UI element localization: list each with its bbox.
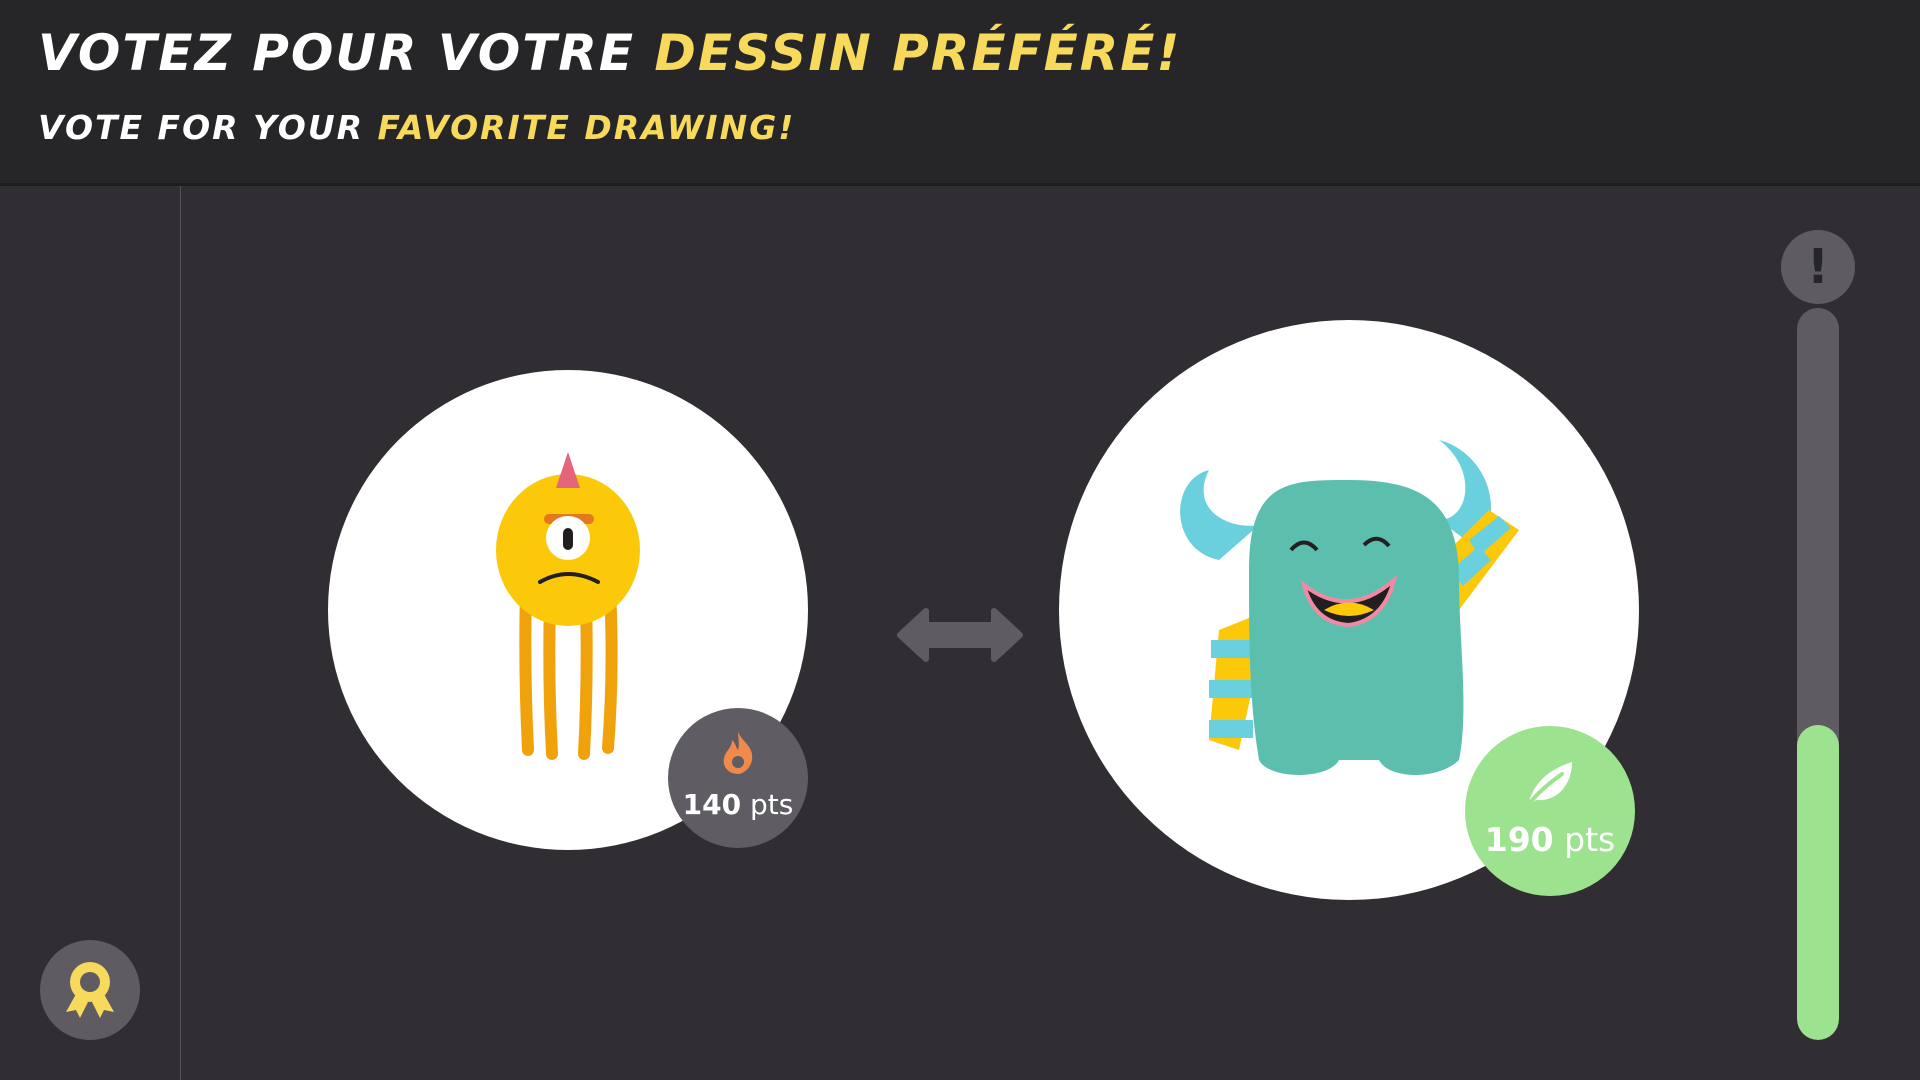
title-english-accent: FAVORITE DRAWING! <box>377 108 796 147</box>
title-english-prefix: VOTE FOR YOUR <box>38 108 365 147</box>
score-badge-left: 140 pts <box>668 708 808 848</box>
score-unit-left: pts <box>750 788 794 821</box>
title-french-accent: DESSIN PRÉFÉRÉ! <box>654 24 1182 82</box>
alert-button[interactable]: ! <box>1781 230 1855 304</box>
title-french-prefix: VOTEZ POUR VOTRE <box>38 24 635 82</box>
score-left: 140 pts <box>668 788 808 821</box>
title-french: VOTEZ POUR VOTRE DESSIN PRÉFÉRÉ! <box>38 24 1181 82</box>
sidebar-divider <box>180 186 181 1080</box>
vote-progress-fill <box>1797 725 1839 1040</box>
score-value-left: 140 <box>682 788 742 821</box>
double-arrow-icon <box>897 608 1023 662</box>
score-value-right: 190 <box>1484 820 1554 859</box>
header: VOTEZ POUR VOTRE DESSIN PRÉFÉRÉ! VOTE FO… <box>0 0 1920 183</box>
leaf-icon <box>1524 762 1572 810</box>
score-right: 190 pts <box>1465 820 1635 859</box>
vote-progress-bar <box>1797 308 1839 1040</box>
award-ribbon-icon <box>66 962 114 1018</box>
flame-icon <box>723 732 753 774</box>
score-unit-right: pts <box>1564 820 1616 859</box>
title-english: VOTE FOR YOUR FAVORITE DRAWING! <box>38 108 795 147</box>
award-button[interactable] <box>40 940 140 1040</box>
score-badge-right: 190 pts <box>1465 726 1635 896</box>
drawing-option-right[interactable]: 190 pts <box>1059 320 1639 900</box>
drawing-option-left[interactable]: 140 pts <box>328 370 808 850</box>
